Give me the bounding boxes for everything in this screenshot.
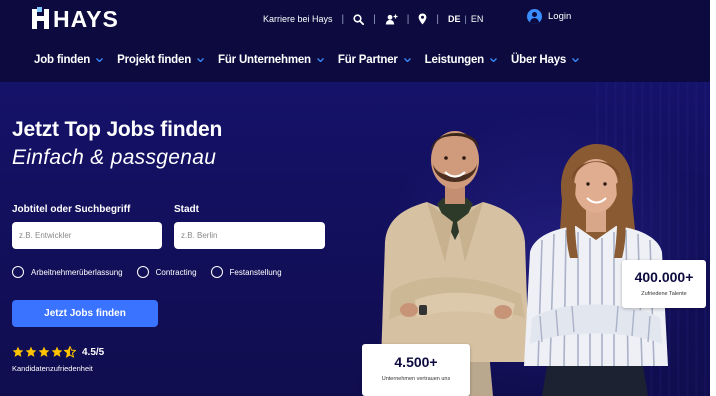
hays-logo-mark [32,7,50,31]
hero-section: Jetzt Top Jobs finden Einfach & passgena… [0,82,710,396]
rating: 4.5/5 [12,346,104,358]
radio-circle [210,266,223,278]
rating-caption: Kandidatenzufriedenheit [12,364,93,373]
city-input[interactable] [174,222,325,249]
find-jobs-button[interactable]: Jetzt Jobs finden [12,300,158,327]
radio-label: Arbeitnehmerüberlassung [31,267,123,277]
rating-value: 4.5/5 [82,346,105,358]
top-bar: HAYS Karriere bei Hays | | | | DE | EN L… [0,0,710,38]
companies-stat-card: 4.500+ Unternehmen vertrauen uns [362,344,470,396]
login-label: Login [548,11,572,22]
rating-stars [12,346,77,358]
chevron-down-icon [96,58,104,62]
nav-item-label: Über Hays [511,54,567,66]
nav-item-fuer-unternehmen[interactable]: Für Unternehmen [218,54,324,66]
star-icon [38,346,50,357]
employment-type-options: Arbeitnehmerüberlassung Contracting Fest… [12,266,296,278]
nav-item-label: Projekt finden [117,54,192,66]
user-icon [527,9,542,24]
nav-item-label: Für Unternehmen [218,54,311,66]
chevron-down-icon [316,58,324,62]
chevron-down-icon [403,58,411,62]
talents-stat-card: 400.000+ Zufriedene Talente [622,260,706,308]
page: HAYS Karriere bei Hays | | | | DE | EN L… [0,0,716,396]
nav-item-fuer-partner[interactable]: Für Partner [338,54,411,66]
radio-arbeitnehmerueberlassung[interactable]: Arbeitnehmerüberlassung [12,266,123,278]
radio-contracting[interactable]: Contracting [136,266,197,278]
chevron-down-icon [197,58,204,62]
city-label: Stadt [174,204,199,215]
companies-number: 4.500+ [394,354,438,370]
nav-item-projekt-finden[interactable]: Projekt finden [117,54,204,66]
radio-label: Contracting [155,267,197,277]
hays-logo[interactable]: HAYS [32,6,119,32]
radio-label: Festanstellung [229,267,282,277]
nav-item-label: Leistungen [424,54,485,66]
job-search-input[interactable] [12,222,162,249]
logo-text: HAYS [53,6,119,32]
nav-item-job-finden[interactable]: Job finden [34,54,104,66]
hero-subtitle: Einfach & passgenau [12,146,217,169]
talents-caption: Zufriedene Talente [641,291,687,297]
star-icon [25,346,37,357]
divider: | [341,13,345,25]
job-search-label: Jobtitel oder Suchbegriff [12,204,131,215]
search-icon[interactable] [353,13,365,25]
page-edge [710,0,716,396]
radio-festanstellung[interactable]: Festanstellung [210,266,282,278]
utility-nav: Karriere bei Hays | | | | DE | EN [263,11,483,27]
location-pin-icon[interactable] [418,13,427,25]
star-icon [51,346,63,357]
nav-item-leistungen[interactable]: Leistungen [425,54,497,66]
career-link[interactable]: Karriere bei Hays [263,14,333,24]
nav-item-ueber-hays[interactable]: Über Hays [511,54,580,66]
talents-number: 400.000+ [634,269,694,285]
login-button[interactable]: Login [527,9,571,24]
star-half-icon [64,346,76,358]
main-navigation: Job finden Projekt finden Für Unternehme… [0,38,710,82]
language-en[interactable]: EN [471,14,484,24]
radio-circle [136,266,149,278]
chevron-down-icon [572,58,580,62]
star-icon [12,346,24,357]
divider: | [373,13,376,25]
hero-title: Jetzt Top Jobs finden [12,118,223,141]
person-add-icon[interactable] [385,14,398,25]
chevron-down-icon [490,58,497,62]
nav-item-label: Job finden [34,54,91,66]
language-de[interactable]: DE [448,14,461,24]
divider: | [464,14,467,24]
radio-circle [12,266,24,278]
divider: | [436,13,439,25]
divider: | [406,13,410,25]
companies-caption: Unternehmen vertrauen uns [381,376,451,382]
nav-item-label: Für Partner [337,54,398,66]
